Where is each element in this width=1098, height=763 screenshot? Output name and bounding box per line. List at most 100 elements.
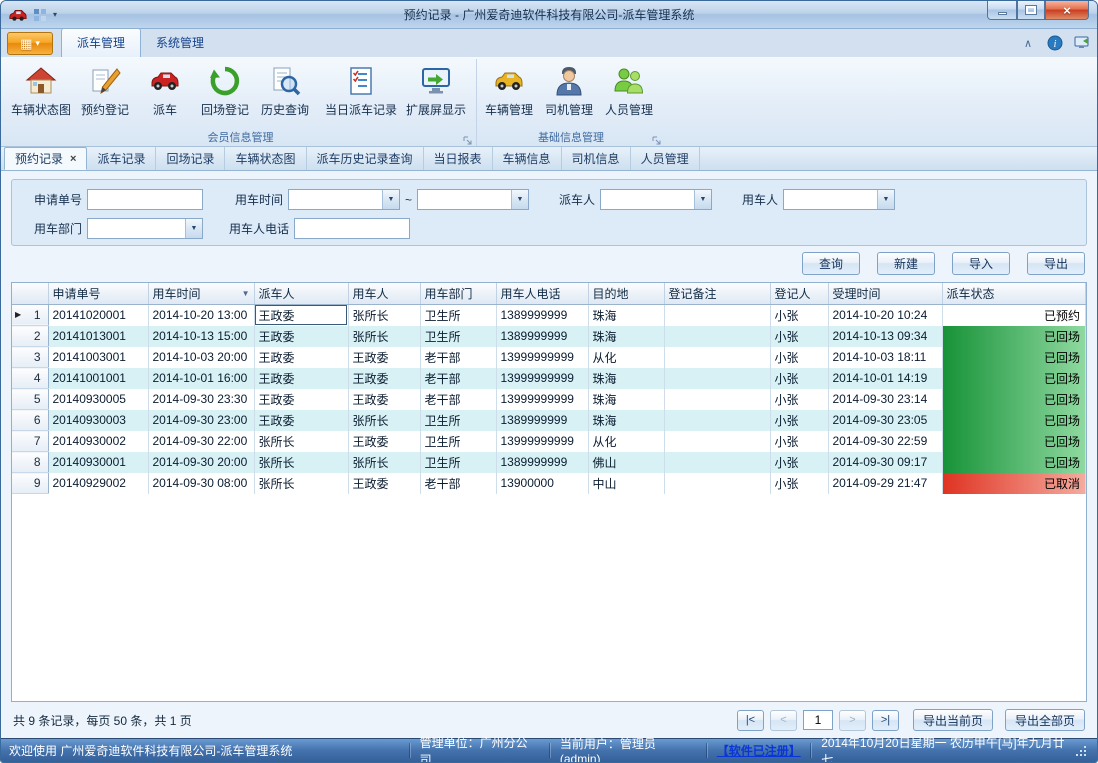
dialog-launcher-icon[interactable]: [463, 136, 472, 145]
column-filter-icon[interactable]: ▼: [242, 289, 250, 298]
grid-cell[interactable]: 2014-10-13 15:00: [148, 326, 254, 347]
grid-cell[interactable]: 老干部: [420, 368, 496, 389]
doc-tab-dispatch-history-query[interactable]: 派车历史记录查询: [307, 147, 424, 170]
help-icon[interactable]: i: [1046, 35, 1064, 51]
grid-cell[interactable]: 张所长: [348, 452, 420, 473]
column-header[interactable]: 登记人: [770, 283, 828, 304]
grid-cell[interactable]: 20140930003: [48, 410, 148, 431]
column-header[interactable]: 受理时间: [828, 283, 942, 304]
grid-cell[interactable]: 2014-10-03 20:00: [148, 347, 254, 368]
grid-cell[interactable]: 王政委: [348, 347, 420, 368]
doc-tab-return-records[interactable]: 回场记录: [156, 147, 225, 170]
grid-cell[interactable]: 老干部: [420, 473, 496, 494]
grid-cell[interactable]: 从化: [588, 347, 664, 368]
status-cell[interactable]: 已取消: [942, 473, 1086, 494]
doc-tab-personnel-management[interactable]: 人员管理: [631, 147, 700, 170]
grid-cell[interactable]: 20140930001: [48, 452, 148, 473]
ribbon-tab-system-management[interactable]: 系统管理: [141, 29, 219, 57]
last-page-button[interactable]: >|: [872, 710, 899, 731]
page-number-input[interactable]: [803, 710, 833, 730]
grid-cell[interactable]: 小张: [770, 431, 828, 452]
grid-cell[interactable]: 王政委: [348, 473, 420, 494]
driver-management-button[interactable]: 司机管理: [539, 60, 599, 118]
department-input[interactable]: [88, 219, 185, 238]
phone-input[interactable]: [294, 218, 410, 239]
grid-cell[interactable]: 珠海: [588, 368, 664, 389]
grid-cell[interactable]: 王政委: [348, 431, 420, 452]
grid-cell[interactable]: 2014-09-30 08:00: [148, 473, 254, 494]
export-all-pages-button[interactable]: 导出全部页: [1005, 709, 1085, 731]
user-input[interactable]: [784, 190, 877, 209]
today-dispatch-records-button[interactable]: 当日派车记录: [320, 60, 402, 118]
grid-cell[interactable]: [664, 410, 770, 431]
chevron-down-icon[interactable]: ▼: [877, 190, 894, 209]
chevron-down-icon[interactable]: ▼: [694, 190, 711, 209]
column-header[interactable]: 申请单号: [48, 283, 148, 304]
grid-cell[interactable]: 2014-09-30 23:05: [828, 410, 942, 431]
column-header[interactable]: 用车时间▼: [148, 283, 254, 304]
status-cell[interactable]: 已回场: [942, 326, 1086, 347]
grid-cell[interactable]: [664, 452, 770, 473]
grid-cell[interactable]: 1389999999: [496, 410, 588, 431]
grid-cell[interactable]: 2014-10-03 18:11: [828, 347, 942, 368]
status-cell[interactable]: 已回场: [942, 452, 1086, 473]
grid-cell[interactable]: 2014-09-30 22:59: [828, 431, 942, 452]
grid-cell[interactable]: [664, 304, 770, 326]
grid-cell[interactable]: [664, 431, 770, 452]
vehicle-management-button[interactable]: 车辆管理: [479, 60, 539, 118]
row-header[interactable]: 3: [12, 347, 48, 368]
grid-cell[interactable]: 珠海: [588, 326, 664, 347]
grid-cell[interactable]: 张所长: [348, 304, 420, 326]
user-select[interactable]: ▼: [783, 189, 895, 210]
column-header[interactable]: 用车部门: [420, 283, 496, 304]
grid-cell[interactable]: 王政委: [348, 368, 420, 389]
grid-cell[interactable]: 王政委: [254, 389, 348, 410]
reservation-register-button[interactable]: 预约登记: [75, 60, 135, 118]
first-page-button[interactable]: |<: [737, 710, 764, 731]
grid-cell[interactable]: 2014-09-30 23:14: [828, 389, 942, 410]
grid-cell[interactable]: 小张: [770, 452, 828, 473]
status-cell[interactable]: 已回场: [942, 347, 1086, 368]
grid-cell[interactable]: 老干部: [420, 347, 496, 368]
query-button[interactable]: 查询: [802, 252, 860, 275]
grid-cell[interactable]: 卫生所: [420, 431, 496, 452]
grid-cell[interactable]: 20141013001: [48, 326, 148, 347]
dispatcher-select[interactable]: ▼: [600, 189, 712, 210]
grid-cell[interactable]: 张所长: [348, 410, 420, 431]
grid-cell[interactable]: 1389999999: [496, 326, 588, 347]
grid-cell[interactable]: 13900000: [496, 473, 588, 494]
grid-cell[interactable]: 2014-09-30 23:00: [148, 410, 254, 431]
display-settings-icon[interactable]: [1073, 35, 1091, 51]
chevron-down-icon[interactable]: ▼: [185, 219, 202, 238]
grid-cell[interactable]: 老干部: [420, 389, 496, 410]
grid-cell[interactable]: 2014-10-20 13:00: [148, 304, 254, 326]
grid-cell[interactable]: 20141001001: [48, 368, 148, 389]
row-header[interactable]: ▶1: [12, 304, 48, 326]
row-header-column[interactable]: [12, 283, 48, 304]
column-header[interactable]: 目的地: [588, 283, 664, 304]
grid-cell[interactable]: [664, 389, 770, 410]
grid-cell[interactable]: 20140930005: [48, 389, 148, 410]
chevron-down-icon[interactable]: ▼: [382, 190, 399, 209]
row-header[interactable]: 6: [12, 410, 48, 431]
grid-cell[interactable]: 20140930002: [48, 431, 148, 452]
create-button[interactable]: 新建: [877, 252, 935, 275]
doc-tab-vehicle-status-map[interactable]: 车辆状态图: [225, 147, 306, 170]
personnel-management-button[interactable]: 人员管理: [599, 60, 659, 118]
status-cell[interactable]: 已回场: [942, 431, 1086, 452]
ribbon-tab-dispatch-management[interactable]: 派车管理: [61, 28, 141, 57]
grid-cell[interactable]: 2014-10-20 10:24: [828, 304, 942, 326]
grid-cell[interactable]: 卫生所: [420, 326, 496, 347]
grid-cell[interactable]: 张所长: [254, 473, 348, 494]
prev-page-button[interactable]: <: [770, 710, 797, 731]
dialog-launcher-icon[interactable]: [652, 136, 661, 145]
grid-cell[interactable]: 13999999999: [496, 431, 588, 452]
grid-cell[interactable]: 卫生所: [420, 410, 496, 431]
export-current-page-button[interactable]: 导出当前页: [913, 709, 993, 731]
grid-cell[interactable]: 小张: [770, 368, 828, 389]
grid-cell[interactable]: [664, 368, 770, 389]
import-button[interactable]: 导入: [952, 252, 1010, 275]
row-header[interactable]: 8: [12, 452, 48, 473]
use-time-from-input[interactable]: [289, 190, 382, 209]
grid-cell[interactable]: 珠海: [588, 389, 664, 410]
